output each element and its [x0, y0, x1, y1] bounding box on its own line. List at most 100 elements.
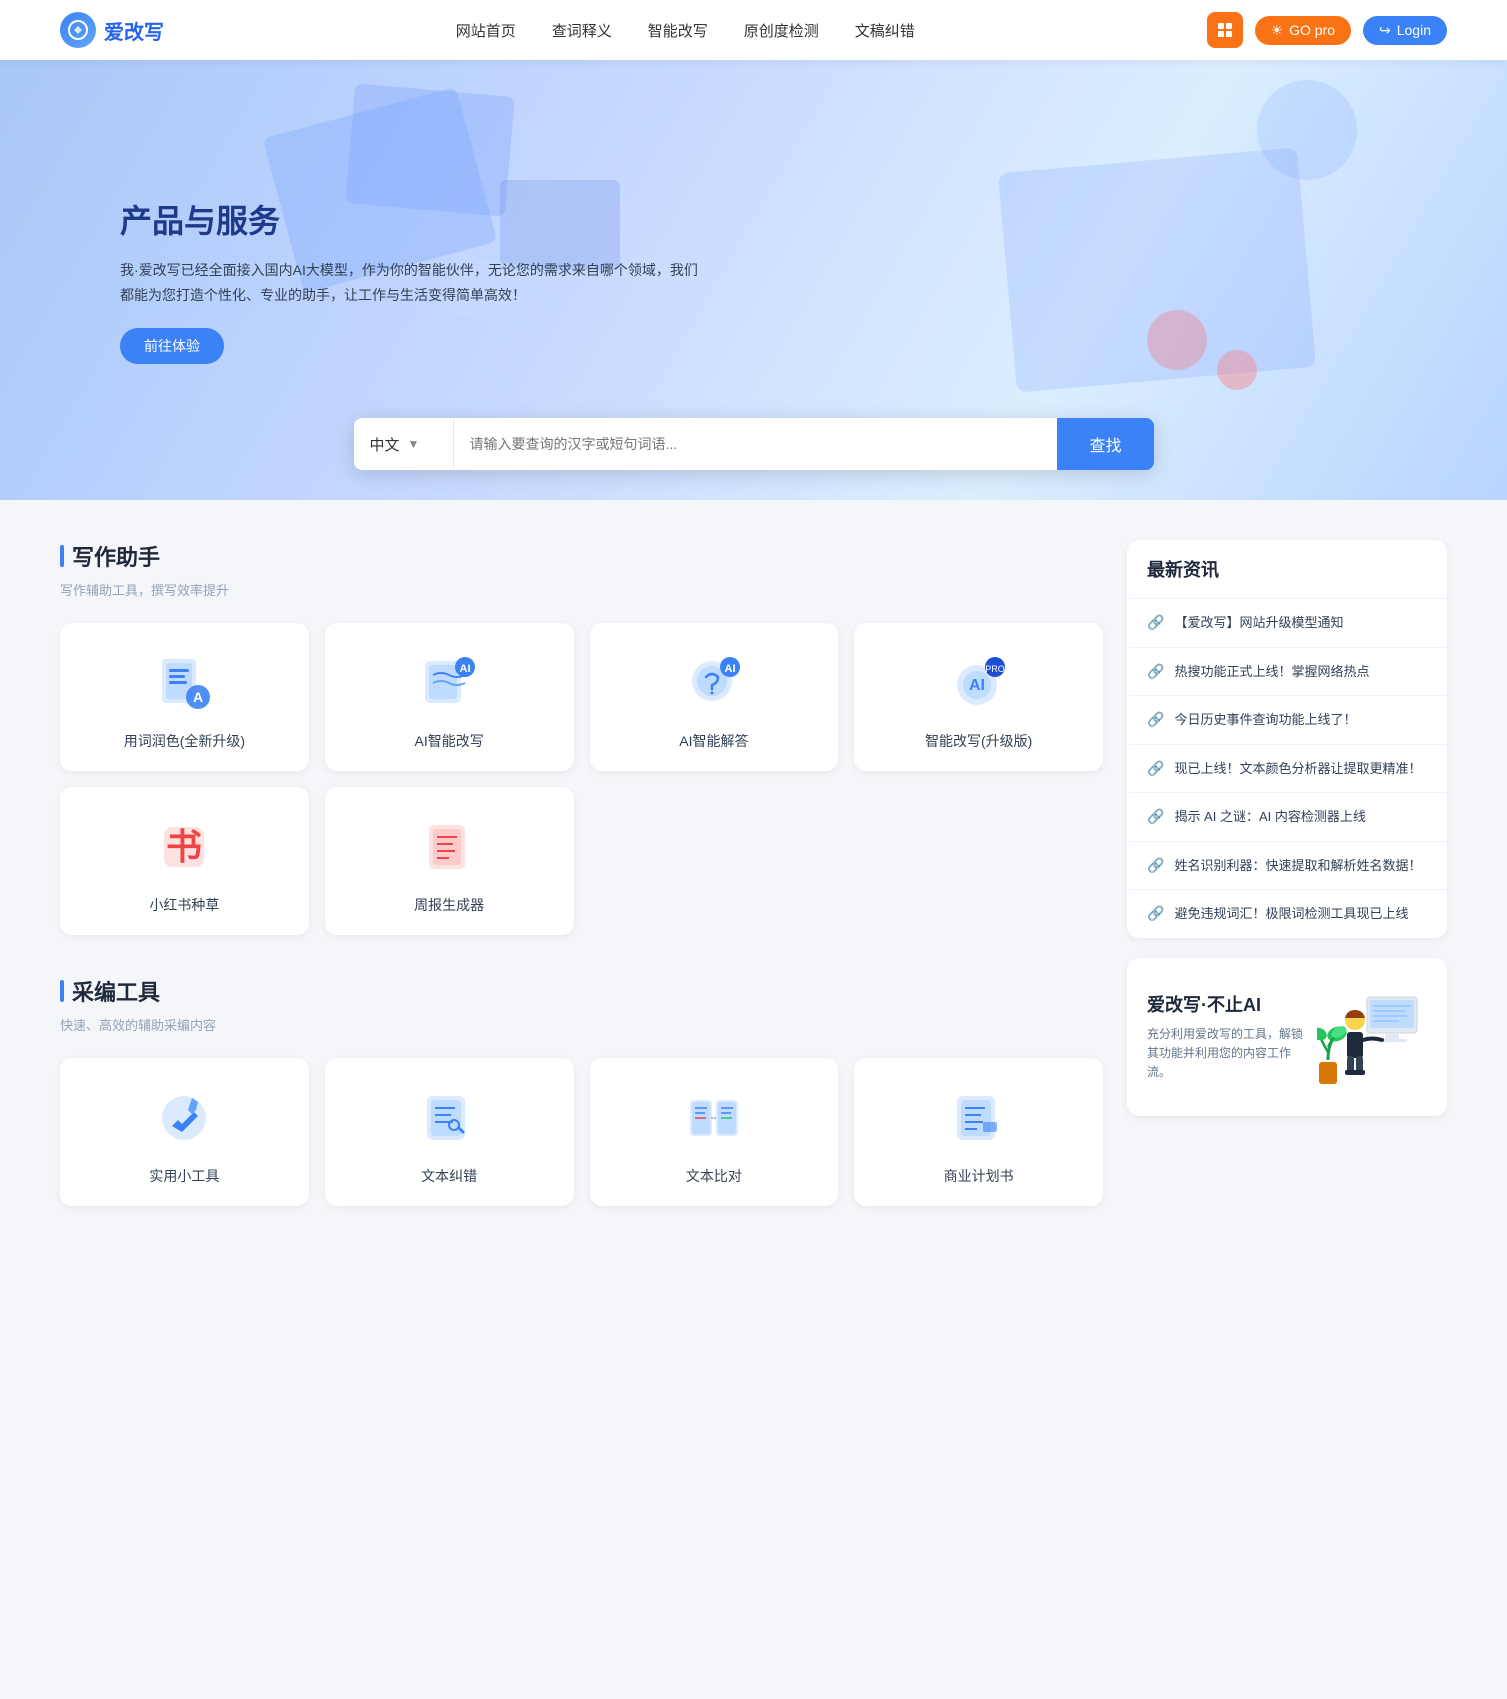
login-icon: ↪ — [1379, 22, 1391, 39]
sampling-title-bar — [60, 980, 64, 1002]
writing-tools-subtitle: 写作辅助工具，撰写效率提升 — [60, 580, 1103, 599]
search-button[interactable]: 查找 — [1057, 418, 1153, 470]
nav-query[interactable]: 查词释义 — [552, 20, 612, 41]
link-icon-6: 🔗 — [1147, 905, 1164, 922]
news-text-4: 揭示 AI 之谜：AI 内容检测器上线 — [1174, 807, 1365, 827]
svg-text:AI: AI — [724, 663, 735, 675]
news-item-4[interactable]: 🔗 揭示 AI 之谜：AI 内容检测器上线 — [1127, 793, 1447, 842]
ai-answer-label: AI智能解答 — [679, 731, 748, 751]
news-text-6: 避免违规词汇！极限词检测工具现已上线 — [1174, 904, 1408, 924]
weekly-report-icon — [417, 815, 481, 879]
logo[interactable]: 爱改写 — [60, 12, 164, 48]
utility-label: 实用小工具 — [149, 1166, 219, 1186]
promo-description: 充分利用爱改写的工具，解锁其功能并利用您的内容工作流。 — [1147, 1025, 1307, 1083]
sampling-tools-section: 采编工具 快速、高效的辅助采编内容 实用小工具 — [60, 975, 1103, 1206]
hero-title: 产品与服务 — [120, 196, 700, 242]
chevron-down-icon: ▼ — [408, 437, 420, 451]
tool-text-correction[interactable]: 文本纠错 — [325, 1058, 574, 1206]
promo-title: 爱改写·不止AI — [1147, 991, 1307, 1017]
right-column: 最新资讯 🔗 【爱改写】网站升级模型通知 🔗 热搜功能正式上线！掌握网络热点 🔗… — [1127, 540, 1447, 1116]
text-compare-icon — [682, 1086, 746, 1150]
promo-card: 爱改写·不止AI 充分利用爱改写的工具，解锁其功能并利用您的内容工作流。 — [1127, 958, 1447, 1116]
ai-rewrite-icon: AI — [417, 651, 481, 715]
smart-rewrite-pro-icon: AI PRO — [947, 651, 1011, 715]
hero-content: 产品与服务 我·爱改写已经全面接入国内AI大模型，作为你的智能伙伴，无论您的需求… — [0, 196, 700, 364]
news-text-2: 今日历史事件查询功能上线了！ — [1174, 710, 1356, 730]
promo-text: 爱改写·不止AI 充分利用爱改写的工具，解锁其功能并利用您的内容工作流。 — [1147, 991, 1307, 1083]
tool-ai-answer[interactable]: AI AI智能解答 — [590, 623, 839, 771]
go-pro-label: GO pro — [1289, 22, 1335, 38]
left-column: 写作助手 写作辅助工具，撰写效率提升 A — [60, 540, 1103, 1246]
news-text-3: 现已上线！文本颜色分析器让提取更精准！ — [1174, 759, 1421, 779]
nav-correction[interactable]: 文稿纠错 — [855, 20, 915, 41]
experience-button[interactable]: 前往体验 — [120, 328, 224, 364]
nav-home[interactable]: 网站首页 — [456, 20, 516, 41]
news-item-3[interactable]: 🔗 现已上线！文本颜色分析器让提取更精准！ — [1127, 745, 1447, 794]
login-label: Login — [1397, 22, 1431, 38]
weekly-report-label: 周报生成器 — [414, 895, 484, 915]
tool-xiaohongshu[interactable]: 书 小红书种草 — [60, 787, 309, 935]
xiaohongshu-label: 小红书种草 — [149, 895, 219, 915]
main-content: 写作助手 写作辅助工具，撰写效率提升 A — [0, 500, 1507, 1286]
news-text-5: 姓名识别利器：快速提取和解析姓名数据！ — [1174, 856, 1421, 876]
xiaohongshu-icon: 书 — [152, 815, 216, 879]
promo-image — [1317, 982, 1427, 1092]
nav-rewrite[interactable]: 智能改写 — [648, 20, 708, 41]
writing-tools-label: 写作助手 — [72, 540, 160, 572]
link-icon-4: 🔗 — [1147, 808, 1164, 825]
logo-icon — [60, 12, 96, 48]
hero-description: 我·爱改写已经全面接入国内AI大模型，作为你的智能伙伴，无论您的需求来自哪个领域… — [120, 258, 700, 308]
logo-text: 爱改写 — [104, 16, 164, 45]
smart-rewrite-pro-label: 智能改写(升级版) — [925, 731, 1032, 751]
go-pro-button[interactable]: ☀ GO pro — [1255, 16, 1351, 45]
writing-tools-section: 写作助手 写作辅助工具，撰写效率提升 A — [60, 540, 1103, 935]
lang-label: 中文 — [370, 434, 400, 455]
language-selector[interactable]: 中文 ▼ — [354, 418, 454, 470]
grid-button[interactable] — [1207, 12, 1243, 48]
login-button[interactable]: ↪ Login — [1363, 16, 1447, 45]
nav-actions: ☀ GO pro ↪ Login — [1207, 12, 1447, 48]
writing-tools-grid: A 用词润色(全新升级) AI — [60, 623, 1103, 935]
sampling-tools-subtitle: 快速、高效的辅助采编内容 — [60, 1015, 1103, 1034]
text-correction-label: 文本纠错 — [421, 1166, 477, 1186]
link-icon-5: 🔗 — [1147, 857, 1164, 874]
nav-originality[interactable]: 原创度检测 — [744, 20, 819, 41]
business-plan-icon — [947, 1086, 1011, 1150]
tool-word-coloring[interactable]: A 用词润色(全新升级) — [60, 623, 309, 771]
text-compare-label: 文本比对 — [686, 1166, 742, 1186]
link-icon-1: 🔗 — [1147, 663, 1164, 680]
tool-text-compare[interactable]: 文本比对 — [590, 1058, 839, 1206]
news-item-2[interactable]: 🔗 今日历史事件查询功能上线了！ — [1127, 696, 1447, 745]
writing-tools-title: 写作助手 — [60, 540, 1103, 572]
title-bar — [60, 545, 64, 567]
sampling-tools-title: 采编工具 — [60, 975, 1103, 1007]
svg-text:AI: AI — [969, 677, 985, 694]
news-item-1[interactable]: 🔗 热搜功能正式上线！掌握网络热点 — [1127, 648, 1447, 697]
word-coloring-icon: A — [152, 651, 216, 715]
search-bar: 中文 ▼ 查找 — [354, 418, 1154, 470]
link-icon-2: 🔗 — [1147, 711, 1164, 728]
sampling-tools-label: 采编工具 — [72, 975, 160, 1007]
search-input[interactable] — [454, 418, 1058, 470]
news-item-0[interactable]: 🔗 【爱改写】网站升级模型通知 — [1127, 599, 1447, 648]
link-icon-3: 🔗 — [1147, 760, 1164, 777]
svg-text:书: 书 — [166, 826, 202, 867]
business-plan-label: 商业计划书 — [944, 1166, 1014, 1186]
word-coloring-label: 用词润色(全新升级) — [124, 731, 245, 751]
svg-text:PRO: PRO — [985, 664, 1005, 674]
navbar: 爱改写 网站首页 查词释义 智能改写 原创度检测 文稿纠错 ☀ GO pro ↪… — [0, 0, 1507, 60]
text-correction-icon — [417, 1086, 481, 1150]
tool-weekly-report[interactable]: 周报生成器 — [325, 787, 574, 935]
tool-ai-rewrite[interactable]: AI AI智能改写 — [325, 623, 574, 771]
tool-utility[interactable]: 实用小工具 — [60, 1058, 309, 1206]
link-icon-0: 🔗 — [1147, 614, 1164, 631]
news-header: 最新资讯 — [1127, 540, 1447, 599]
news-item-6[interactable]: 🔗 避免违规词汇！极限词检测工具现已上线 — [1127, 890, 1447, 938]
tool-smart-rewrite-pro[interactable]: AI PRO 智能改写(升级版) — [854, 623, 1103, 771]
sampling-tools-grid: 实用小工具 文本纠 — [60, 1058, 1103, 1206]
tool-business-plan[interactable]: 商业计划书 — [854, 1058, 1103, 1206]
nav-links: 网站首页 查词释义 智能改写 原创度检测 文稿纠错 — [456, 20, 915, 41]
ai-answer-icon: AI — [682, 651, 746, 715]
news-item-5[interactable]: 🔗 姓名识别利器：快速提取和解析姓名数据！ — [1127, 842, 1447, 891]
go-pro-icon: ☀ — [1271, 22, 1284, 39]
